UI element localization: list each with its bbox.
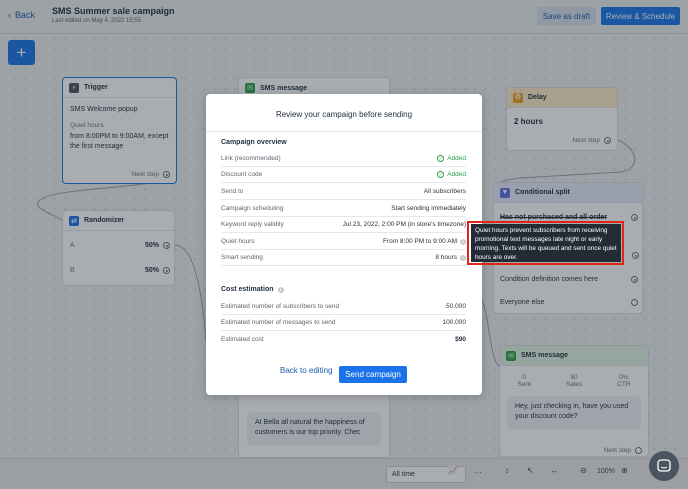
check-circle-icon: ✓ — [437, 171, 445, 178]
overview-row: Send to All subscribers — [221, 184, 466, 200]
chat-button[interactable] — [649, 451, 679, 481]
cost-estimation-heading: Cost estimation i — [221, 286, 284, 293]
info-icon[interactable]: i — [460, 254, 466, 261]
campaign-overview-heading: Campaign overview — [221, 139, 287, 146]
cost-row: Estimated cost $90 — [221, 335, 466, 343]
info-icon[interactable]: i — [460, 238, 466, 245]
overview-row: Smart sending 8 hours i — [221, 250, 466, 266]
cost-row: Estimated number of messages to send 100… — [221, 315, 466, 331]
review-campaign-modal: Review your campaign before sending Camp… — [206, 94, 482, 395]
modal-title: Review your campaign before sending — [275, 110, 413, 119]
overview-row: Link (recommended) ✓ Added — [221, 151, 466, 167]
overview-row: Discount code ✓ Added — [221, 167, 466, 183]
cost-row: Estimated number of subscribers to send … — [221, 299, 466, 315]
info-icon[interactable]: i — [277, 286, 284, 293]
overview-row: Campaign scheduling Start sending immedi… — [221, 201, 466, 217]
back-to-editing-button[interactable]: Back to editing — [280, 366, 332, 375]
send-campaign-button[interactable]: Send campaign — [339, 366, 407, 383]
overview-row: Keyword reply validity Jul 23, 2022, 2:0… — [221, 217, 466, 233]
overview-row: Quiet hours From 8:00 PM to 9:00 AM i — [221, 234, 466, 250]
chat-icon — [657, 459, 671, 472]
check-circle-icon: ✓ — [437, 155, 445, 162]
tooltip-highlight — [467, 221, 624, 265]
divider — [206, 131, 482, 132]
